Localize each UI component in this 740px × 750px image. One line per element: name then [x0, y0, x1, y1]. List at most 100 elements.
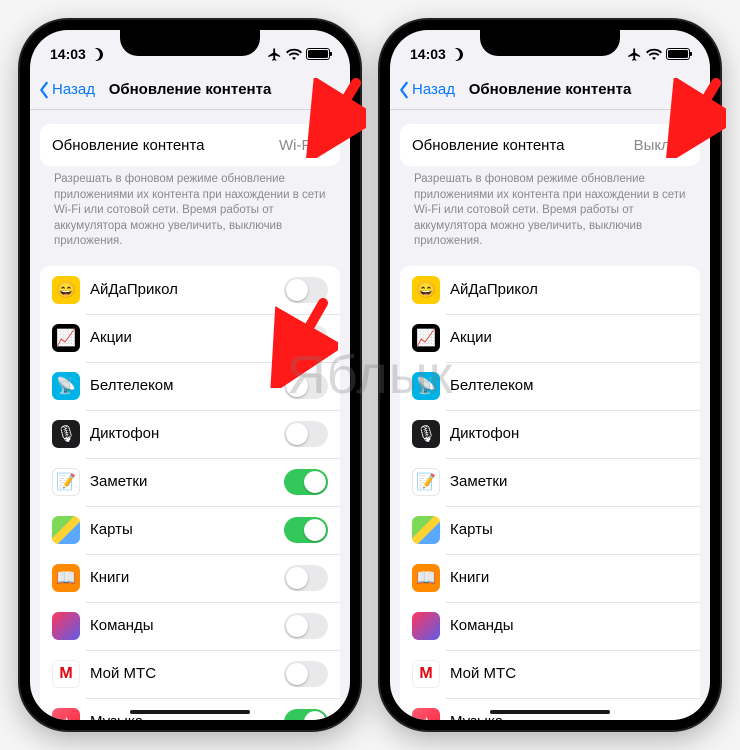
app-icon: [412, 516, 440, 544]
app-label: Диктофон: [450, 425, 519, 442]
app-label: Мой МТС: [90, 665, 156, 682]
master-setting-group: Обновление контента Wi-Fi: [40, 124, 340, 166]
app-row: 📝 Заметки: [40, 458, 340, 506]
app-label: Диктофон: [90, 425, 159, 442]
app-row: 🎙 Диктофон: [400, 410, 700, 458]
master-setting-value: Wi-Fi: [279, 137, 314, 154]
app-row: 📖 Книги: [40, 554, 340, 602]
app-icon: 😄: [52, 276, 80, 304]
wifi-icon: [646, 48, 662, 60]
phone-left: 14:03 Назад Обновле: [20, 20, 360, 730]
app-row: 📡 Белтелеком: [40, 362, 340, 410]
app-label: Музыка: [90, 713, 143, 720]
home-indicator[interactable]: [490, 710, 610, 714]
app-icon: 🎙: [52, 420, 80, 448]
app-list: 😄 АйДаПрикол 📈Акции📡Белтелеком 🎙 Диктофон 📝 За…: [400, 266, 700, 720]
app-label: Заметки: [90, 473, 147, 490]
app-label: Белтелеком: [450, 377, 533, 394]
notch: [120, 30, 260, 56]
app-icon: [52, 612, 80, 640]
phone-right: 14:03 Назад Обновле: [380, 20, 720, 730]
app-toggle[interactable]: [284, 613, 328, 639]
app-row: Команды: [400, 602, 700, 650]
app-label: Музыка: [450, 713, 503, 720]
app-row: ♪ Музыка: [40, 698, 340, 720]
app-icon: М: [52, 660, 80, 688]
status-time: 14:03: [50, 46, 86, 62]
app-row: Команды: [40, 602, 340, 650]
app-row: 📈Акции: [400, 314, 700, 362]
app-label: Акции: [450, 329, 492, 346]
app-row: 📈 Акции: [40, 314, 340, 362]
app-icon: 📖: [52, 564, 80, 592]
app-icon: 📝: [52, 468, 80, 496]
app-toggle[interactable]: [284, 325, 328, 351]
app-label: Акции: [90, 329, 132, 346]
airplane-mode-icon: [267, 47, 282, 62]
page-title: Обновление контента: [469, 81, 632, 98]
app-icon: 😄: [412, 276, 440, 304]
app-icon: 📡: [52, 372, 80, 400]
app-icon: ♪: [412, 708, 440, 720]
app-toggle[interactable]: [284, 277, 328, 303]
master-setting-group: Обновление контента Выкл.: [400, 124, 700, 166]
master-setting-row[interactable]: Обновление контента Выкл.: [400, 124, 700, 166]
app-row: М Мой МТС: [40, 650, 340, 698]
app-label: Команды: [90, 617, 154, 634]
app-row: Карты: [40, 506, 340, 554]
app-icon: [412, 612, 440, 640]
app-toggle[interactable]: [284, 661, 328, 687]
footer-note: Разрешать в фоновом режиме обновление пр…: [400, 166, 700, 252]
app-icon: 📝: [412, 468, 440, 496]
app-label: АйДаПрикол: [450, 281, 538, 298]
app-row: ♪ Музыка: [400, 698, 700, 720]
app-row: 😄 АйДаПрикол: [400, 266, 700, 314]
nav-bar: Назад Обновление контента: [390, 70, 710, 110]
battery-icon: [306, 48, 330, 60]
wifi-icon: [286, 48, 302, 60]
nav-bar: Назад Обновление контента: [30, 70, 350, 110]
app-row: 😄 АйДаПрикол: [40, 266, 340, 314]
app-label: Книги: [450, 569, 489, 586]
app-label: Книги: [90, 569, 129, 586]
master-setting-label: Обновление контента: [52, 137, 205, 154]
app-icon: 📈: [52, 324, 80, 352]
app-label: Карты: [450, 521, 493, 538]
app-label: Карты: [90, 521, 133, 538]
app-label: Мой МТС: [450, 665, 516, 682]
notch: [480, 30, 620, 56]
app-label: Белтелеком: [90, 377, 173, 394]
footer-note: Разрешать в фоновом режиме обновление пр…: [40, 166, 340, 252]
battery-icon: [666, 48, 690, 60]
airplane-mode-icon: [627, 47, 642, 62]
app-row: 📡Белтелеком: [400, 362, 700, 410]
do-not-disturb-icon: [450, 48, 463, 61]
back-button[interactable]: Назад: [38, 81, 95, 99]
app-icon: М: [412, 660, 440, 688]
app-row: Карты: [400, 506, 700, 554]
app-toggle[interactable]: [284, 709, 328, 720]
app-icon: 🎙: [412, 420, 440, 448]
app-icon: ♪: [52, 708, 80, 720]
status-time: 14:03: [410, 46, 446, 62]
app-toggle[interactable]: [284, 421, 328, 447]
home-indicator[interactable]: [130, 710, 250, 714]
app-label: Команды: [450, 617, 514, 634]
app-row: 📝 Заметки: [400, 458, 700, 506]
app-label: АйДаПрикол: [90, 281, 178, 298]
app-icon: 📖: [412, 564, 440, 592]
app-row: М Мой МТС: [400, 650, 700, 698]
app-toggle[interactable]: [284, 517, 328, 543]
app-toggle[interactable]: [284, 469, 328, 495]
app-list: 😄 АйДаПрикол 📈 Акции 📡 Белтелеком 🎙 Диктофон 📝 За…: [40, 266, 340, 720]
app-toggle[interactable]: [284, 565, 328, 591]
master-setting-value: Выкл.: [634, 137, 674, 154]
chevron-right-icon: [320, 139, 328, 151]
back-button[interactable]: Назад: [398, 81, 455, 99]
app-row: 📖 Книги: [400, 554, 700, 602]
app-label: Заметки: [450, 473, 507, 490]
master-setting-row[interactable]: Обновление контента Wi-Fi: [40, 124, 340, 166]
app-toggle[interactable]: [284, 373, 328, 399]
page-title: Обновление контента: [109, 81, 272, 98]
app-icon: [52, 516, 80, 544]
